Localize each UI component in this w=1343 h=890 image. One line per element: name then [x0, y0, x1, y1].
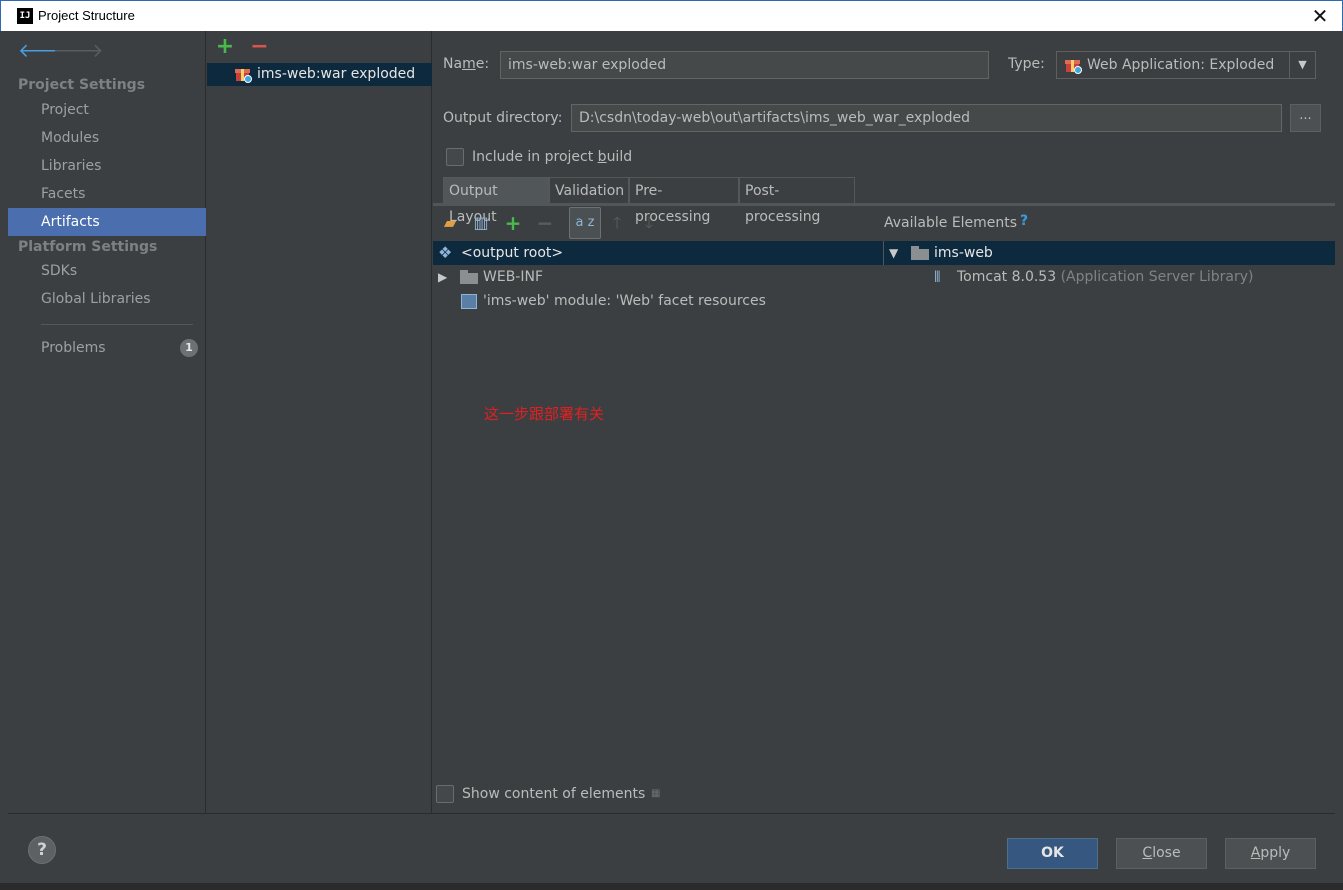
folder-icon [460, 270, 478, 284]
nav-item-libraries[interactable]: Libraries [8, 152, 206, 180]
artifact-type-dropdown[interactable]: Web Application: Exploded ▼ [1056, 51, 1316, 79]
tree-row-label: <output root> [461, 245, 564, 261]
settings-hint-icon[interactable]: ▦ [651, 788, 660, 799]
show-content-checkbox[interactable] [436, 785, 454, 803]
nav-arrows: 🡐 🡒 [18, 41, 103, 63]
nav-item-sdks[interactable]: SDKs [8, 257, 206, 285]
web-artifact-icon [235, 66, 252, 83]
library-icon: ⦀ [934, 268, 941, 286]
remove-element-icon[interactable]: − [533, 211, 557, 235]
project-settings-header: Project Settings [18, 77, 146, 93]
move-down-icon[interactable]: 🡓 [637, 211, 661, 235]
apply-button[interactable]: Apply [1225, 838, 1316, 869]
artifact-name-input[interactable]: ims-web:war exploded [500, 51, 989, 79]
browse-output-directory-button[interactable]: ... [1290, 104, 1321, 132]
web-facet-icon [461, 294, 477, 309]
output-directory-input[interactable]: D:\csdn\today-web\out\artifacts\ims_web_… [571, 104, 1282, 132]
artifact-settings-panel: Name: ims-web:war exploded Type: Web App… [433, 31, 1335, 813]
web-application-icon [1065, 57, 1082, 74]
nav-item-artifacts[interactable]: Artifacts [8, 208, 206, 236]
forward-arrow-icon[interactable]: 🡒 [52, 41, 103, 61]
expand-arrow-icon[interactable]: ▶ [438, 265, 447, 289]
back-arrow-icon[interactable]: 🡐 [18, 41, 69, 61]
problems-label: Problems [41, 340, 106, 356]
intellij-logo-icon: IJ [17, 8, 33, 24]
artifacts-list-panel: + − ims-web:war exploded [207, 31, 432, 813]
title-bar: IJ Project Structure ✕ [0, 0, 1343, 31]
help-button[interactable]: ? [28, 836, 56, 864]
output-layout-toolbar: ▰ ▥ + − a z 🡑 🡓 Available Elements ? [433, 207, 1335, 239]
artifact-list-item[interactable]: ims-web:war exploded [207, 63, 432, 86]
artifact-type-value: Web Application: Exploded [1087, 57, 1275, 73]
artifact-label: ims-web:war exploded [257, 66, 416, 82]
window-title: Project Structure [38, 8, 135, 23]
output-root-icon: ❖ [438, 243, 453, 262]
output-directory-label: Output directory: [443, 110, 563, 126]
nav-item-global-libraries[interactable]: Global Libraries [8, 285, 206, 313]
dialog-footer: ? OK Close Apply [8, 813, 1335, 883]
nav-item-facets[interactable]: Facets [8, 180, 206, 208]
deployment-annotation: 这一步跟部署有关 [484, 405, 605, 423]
available-elements-label: Available Elements [884, 215, 1018, 231]
tab-output-layout[interactable]: Output Layout [443, 177, 549, 225]
tab-underline [433, 203, 1335, 206]
create-directory-icon[interactable]: ▰ [438, 211, 462, 235]
settings-nav: 🡐 🡒 Project Settings Project Modules Lib… [8, 31, 206, 813]
sort-elements-icon[interactable]: a z [569, 207, 601, 239]
available-row-ims-web[interactable]: ▼ ims-web [884, 241, 1335, 265]
show-content-label: Show content of elements [462, 786, 646, 802]
nav-divider [41, 324, 193, 325]
nav-item-project[interactable]: Project [8, 96, 206, 124]
include-in-build-checkbox[interactable] [446, 148, 464, 166]
tree-row-label: 'ims-web' module: 'Web' facet resources [483, 293, 766, 309]
available-elements-help-icon[interactable]: ? [1020, 213, 1028, 229]
nav-item-problems[interactable]: Problems 1 [8, 334, 206, 362]
include-in-build-label: Include in project build [472, 149, 633, 165]
create-archive-icon[interactable]: ▥ [469, 211, 493, 235]
type-label: Type: [1008, 56, 1045, 72]
chevron-down-icon[interactable]: ▼ [1289, 52, 1315, 78]
close-button[interactable]: Close [1116, 838, 1207, 869]
remove-artifact-button[interactable]: − [249, 36, 269, 58]
name-label: Name: [443, 56, 490, 72]
tree-row-web-inf[interactable]: ▶ WEB-INF [433, 265, 883, 289]
artifacts-toolbar: + − [215, 36, 269, 58]
module-folder-icon [911, 246, 929, 260]
tab-post-processing[interactable]: Post-processing [739, 177, 855, 225]
close-window-button[interactable]: ✕ [1308, 4, 1332, 28]
window-bottom-edge [0, 883, 1343, 890]
tomcat-label: Tomcat 8.0.53 [957, 269, 1057, 285]
tab-pre-processing[interactable]: Pre-processing [629, 177, 739, 225]
collapse-arrow-icon[interactable]: ▼ [889, 241, 898, 265]
ok-button[interactable]: OK [1007, 838, 1098, 869]
available-root-label: ims-web [934, 245, 993, 261]
tree-row-facet-resources[interactable]: 'ims-web' module: 'Web' facet resources [433, 289, 883, 313]
tab-validation[interactable]: Validation [549, 177, 629, 205]
tree-row-output-root[interactable]: ❖ <output root> [433, 241, 883, 265]
add-element-icon[interactable]: + [501, 211, 525, 235]
add-artifact-button[interactable]: + [215, 36, 235, 58]
platform-settings-header: Platform Settings [18, 239, 158, 255]
tree-row-label: WEB-INF [483, 269, 543, 285]
problems-count-badge: 1 [180, 339, 198, 357]
tomcat-hint: (Application Server Library) [1060, 269, 1254, 285]
move-up-icon[interactable]: 🡑 [605, 211, 629, 235]
available-row-tomcat[interactable]: ⦀ Tomcat 8.0.53 (Application Server Libr… [884, 265, 1335, 289]
nav-item-modules[interactable]: Modules [8, 124, 206, 152]
